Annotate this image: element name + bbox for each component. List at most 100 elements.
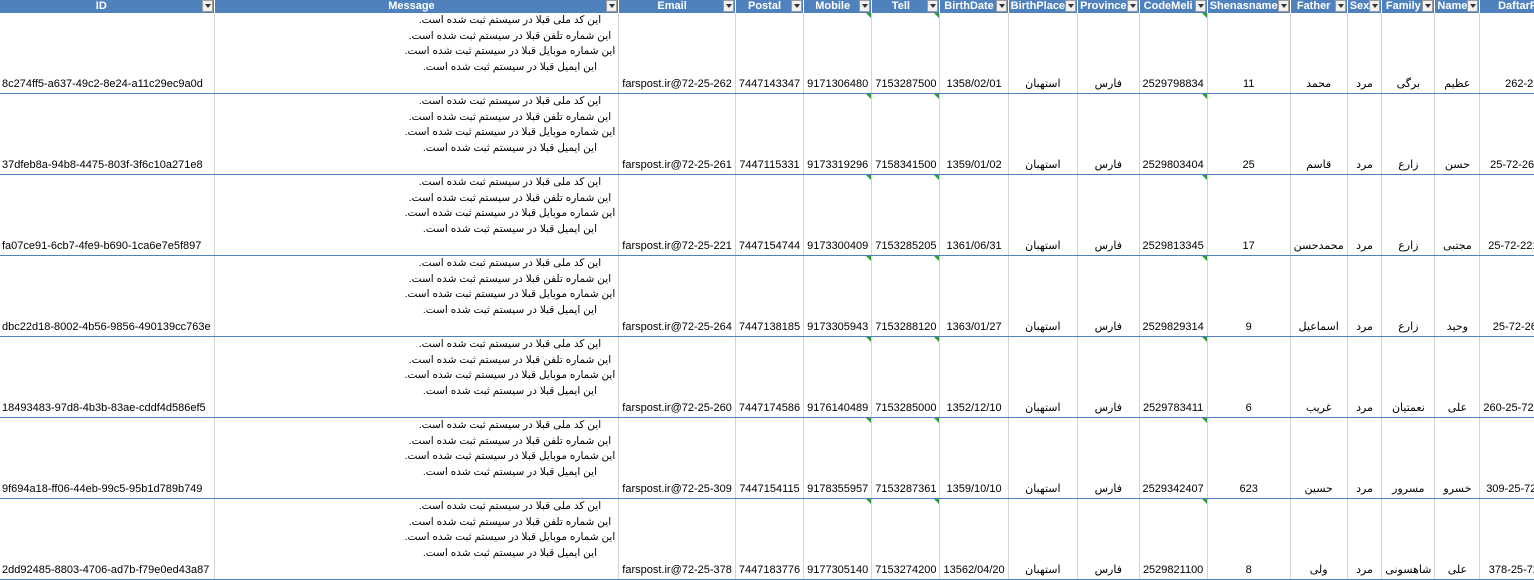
father-cell[interactable]: اسماعیل [1290, 255, 1348, 337]
filter-dropdown-icon[interactable] [1065, 0, 1077, 12]
family-cell[interactable]: مسرور [1381, 417, 1436, 499]
shenasname-cell[interactable]: 17 [1207, 174, 1291, 256]
birthplace-cell[interactable]: استهبان [1008, 336, 1079, 418]
mobile-cell[interactable]: 9176140489 [803, 336, 873, 418]
column-header-tell[interactable]: Tell [871, 0, 941, 13]
message-cell[interactable]: این کد ملی قبلا در سیستم ثبت شده است. این… [214, 255, 620, 337]
postal-cell[interactable]: 7447183776 [735, 498, 805, 580]
name-cell[interactable]: حسن [1434, 93, 1481, 175]
name-cell[interactable]: عظیم [1434, 13, 1481, 94]
email-cell[interactable]: 72-25-261@farspost.ir [618, 93, 736, 175]
postal-cell[interactable]: 7447154115 [735, 417, 805, 499]
shenasname-cell[interactable]: 11 [1207, 13, 1291, 94]
column-header-daftarposti[interactable]: DaftarPosti [1479, 0, 1534, 13]
codemeli-cell[interactable]: 2529783411 [1139, 336, 1208, 418]
tell-cell[interactable]: 7153287361 [871, 417, 941, 499]
daftar-cell[interactable]: ماهفرخان 72-25-260 [1479, 336, 1534, 418]
mobile-cell[interactable]: 9177305140 [803, 498, 873, 580]
filter-dropdown-icon[interactable] [1194, 0, 1206, 12]
name-cell[interactable]: وحید [1434, 255, 1481, 337]
filter-dropdown-icon[interactable] [1126, 0, 1138, 12]
sex-cell[interactable]: مرد [1347, 93, 1383, 175]
name-cell[interactable]: خسرو [1434, 417, 1481, 499]
column-header-mobile[interactable]: Mobile [803, 0, 873, 13]
codemeli-cell[interactable]: 2529829314 [1139, 255, 1208, 337]
sex-cell[interactable]: مرد [1347, 336, 1383, 418]
daftar-cell[interactable]: مبارک آباد72-25-309 [1479, 417, 1534, 499]
sex-cell[interactable]: مرد [1347, 13, 1383, 94]
column-header-name[interactable]: Name [1434, 0, 1481, 13]
birthdate-cell[interactable]: 1363/01/27 [939, 255, 1009, 337]
mobile-cell[interactable]: 9178355957 [803, 417, 873, 499]
father-cell[interactable]: حسین [1290, 417, 1348, 499]
id-cell[interactable]: 2dd92485-8803-4706-ad7b-f79e0ed43a87 [0, 498, 215, 580]
birthdate-cell[interactable]: 1358/02/01 [939, 13, 1009, 94]
filter-dropdown-icon[interactable] [1334, 0, 1346, 12]
column-header-family[interactable]: Family [1381, 0, 1436, 13]
message-cell[interactable]: این کد ملی قبلا در سیستم ثبت شده است. این… [214, 93, 620, 175]
tell-cell[interactable]: 7158341500 [871, 93, 941, 175]
id-cell[interactable]: 8c274ff5-a637-49c2-8e24-a11c29ec9a0d [0, 13, 215, 94]
shenasname-cell[interactable]: 6 [1207, 336, 1291, 418]
tell-cell[interactable]: 7153274200 [871, 498, 941, 580]
daftar-cell[interactable]: خانه کت 261-72-25 [1479, 93, 1534, 175]
tell-cell[interactable]: 7153287500 [871, 13, 941, 94]
birthplace-cell[interactable]: استهبان [1008, 13, 1079, 94]
postal-cell[interactable]: 7447115331 [735, 93, 805, 175]
column-header-shenasname[interactable]: Shenasname [1207, 0, 1291, 13]
email-cell[interactable]: 72-25-264@farspost.ir [618, 255, 736, 337]
email-cell[interactable]: 72-25-262@farspost.ir [618, 13, 736, 94]
sex-cell[interactable]: مرد [1347, 417, 1383, 499]
codemeli-cell[interactable]: 2529821100 [1139, 498, 1208, 580]
province-cell[interactable]: فارس [1077, 417, 1140, 499]
birthdate-cell[interactable]: 1359/10/10 [939, 417, 1009, 499]
family-cell[interactable]: زارع [1381, 255, 1436, 337]
column-header-father[interactable]: Father [1290, 0, 1348, 13]
birthplace-cell[interactable]: استهبان [1008, 417, 1079, 499]
codemeli-cell[interactable]: 2529813345 [1139, 174, 1208, 256]
shenasname-cell[interactable]: 25 [1207, 93, 1291, 175]
tell-cell[interactable]: 7153285205 [871, 174, 941, 256]
name-cell[interactable]: علی [1434, 336, 1481, 418]
filter-dropdown-icon[interactable] [1467, 0, 1479, 12]
family-cell[interactable]: برگی [1381, 13, 1436, 94]
filter-dropdown-icon[interactable] [1422, 0, 1434, 12]
birthdate-cell[interactable]: 13562/04/20 [939, 498, 1009, 580]
column-header-message[interactable]: Message [214, 0, 620, 13]
filter-dropdown-icon[interactable] [606, 0, 618, 12]
province-cell[interactable]: فارس [1077, 93, 1140, 175]
filter-dropdown-icon[interactable] [791, 0, 803, 12]
email-cell[interactable]: 72-25-221@farspost.ir [618, 174, 736, 256]
filter-dropdown-icon[interactable] [927, 0, 939, 12]
shenasname-cell[interactable]: 9 [1207, 255, 1291, 337]
id-cell[interactable]: 37dfeb8a-94b8-4475-803f-3f6c10a271e8 [0, 93, 215, 175]
birthplace-cell[interactable]: استهبان [1008, 255, 1079, 337]
sex-cell[interactable]: مرد [1347, 174, 1383, 256]
column-header-postal[interactable]: Postal [735, 0, 805, 13]
filter-dropdown-icon[interactable] [859, 0, 871, 12]
id-cell[interactable]: fa07ce91-6cb7-4fe9-b690-1ca6e7e5f897 [0, 174, 215, 256]
birthdate-cell[interactable]: 1352/12/10 [939, 336, 1009, 418]
birthplace-cell[interactable]: استهبان [1008, 174, 1079, 256]
province-cell[interactable]: فارس [1077, 174, 1140, 256]
sex-cell[interactable]: مرد [1347, 498, 1383, 580]
birthdate-cell[interactable]: 1361/06/31 [939, 174, 1009, 256]
email-cell[interactable]: 72-25-309@farspost.ir [618, 417, 736, 499]
codemeli-cell[interactable]: 2529342407 [1139, 417, 1208, 499]
daftar-cell[interactable]: محمد آباد72-25-378 [1479, 498, 1534, 580]
filter-dropdown-icon[interactable] [1277, 0, 1289, 12]
email-cell[interactable]: 72-25-260@farspost.ir [618, 336, 736, 418]
family-cell[interactable]: زارع [1381, 93, 1436, 175]
filter-dropdown-icon[interactable] [995, 0, 1007, 12]
family-cell[interactable]: زارع [1381, 174, 1436, 256]
father-cell[interactable]: غریب [1290, 336, 1348, 418]
message-cell[interactable]: این کد ملی قبلا در سیستم ثبت شده است. این… [214, 336, 620, 418]
father-cell[interactable]: ولی [1290, 498, 1348, 580]
message-cell[interactable]: این کد ملی قبلا در سیستم ثبت شده است. این… [214, 498, 620, 580]
message-cell[interactable]: این کد ملی قبلا در سیستم ثبت شده است. این… [214, 417, 620, 499]
filter-dropdown-icon[interactable] [1369, 0, 1381, 12]
id-cell[interactable]: dbc22d18-8002-4b56-9856-490139cc763e [0, 255, 215, 337]
family-cell[interactable]: شاهسونی [1381, 498, 1436, 580]
column-header-email[interactable]: Email [618, 0, 736, 13]
codemeli-cell[interactable]: 2529798834 [1139, 13, 1208, 94]
